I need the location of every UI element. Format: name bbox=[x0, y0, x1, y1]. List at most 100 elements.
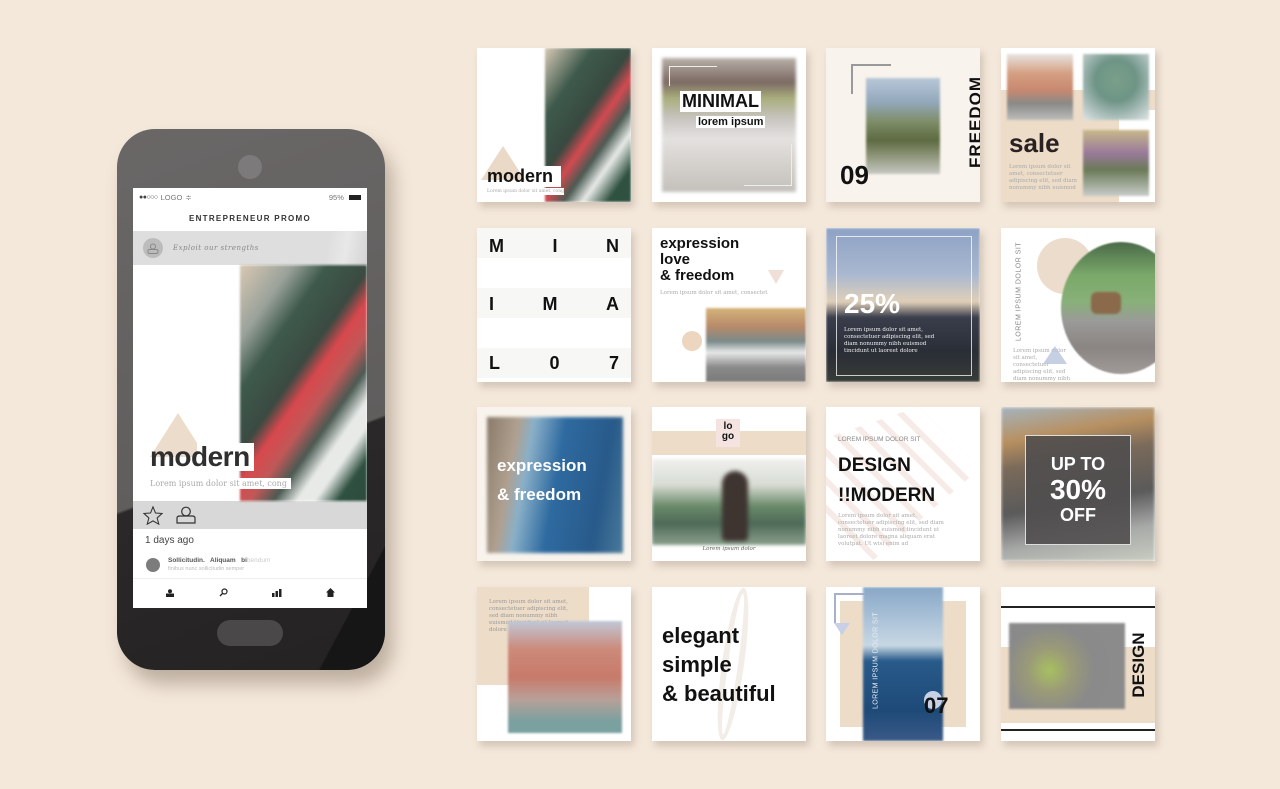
app-title: ENTREPRENEUR PROMO bbox=[188, 214, 312, 223]
template-minimal07[interactable]: M I N I M A L 0 7 bbox=[477, 228, 631, 382]
template-design-modern[interactable]: LOREM IPSUM DOLOR SIT DESIGN !!MODERN Lo… bbox=[826, 407, 980, 561]
triangle-shape bbox=[768, 270, 784, 284]
template-title: DESIGN bbox=[838, 455, 911, 476]
title-line: elegant bbox=[662, 623, 740, 648]
home-icon[interactable] bbox=[321, 588, 339, 599]
circle-shape bbox=[682, 331, 702, 351]
template-title: expression love & freedom bbox=[660, 236, 739, 284]
post-photo bbox=[240, 265, 367, 501]
template-minimal[interactable]: MINIMAL lorem ipsum bbox=[652, 48, 806, 202]
frame-line bbox=[669, 66, 717, 86]
post-image[interactable]: modern Lorem ipsum dolor sit amet, cong bbox=[133, 265, 367, 501]
status-bar: ●●○○○ LOGO ≑ 95% bbox=[133, 188, 367, 206]
vertical-label: LOREM IPSUM DOLOR SIT bbox=[1015, 241, 1023, 342]
template-title: DESIGN bbox=[1129, 632, 1148, 698]
letter: L bbox=[489, 353, 500, 373]
camera-icon bbox=[238, 155, 262, 179]
signature-text: Lorem ipsum dolor bbox=[702, 546, 756, 552]
letter-row: M I N bbox=[489, 236, 619, 257]
template-number: 09 bbox=[840, 160, 869, 190]
stats-icon[interactable] bbox=[268, 588, 286, 599]
post-timestamp: 1 days ago bbox=[145, 535, 194, 546]
template-title: MINIMAL bbox=[680, 91, 761, 112]
template-caption: Lorem ipsum dolor sit amet, cong bbox=[487, 188, 565, 195]
template-lorem-photo[interactable]: Lorem ipsum dolor sit amet, consectetuer… bbox=[477, 587, 631, 741]
commenter-avatar bbox=[146, 558, 160, 572]
goat-figure bbox=[1091, 292, 1121, 314]
triangle-shape bbox=[834, 623, 850, 635]
avatar[interactable] bbox=[143, 238, 163, 258]
star-icon[interactable] bbox=[143, 505, 163, 525]
frame-line bbox=[744, 144, 792, 186]
title-line: UP TO bbox=[1050, 454, 1106, 474]
letter: I bbox=[552, 236, 558, 256]
letter: M bbox=[489, 236, 504, 256]
template-photo bbox=[1083, 130, 1149, 196]
template-title: UP TO 30% OFF bbox=[1025, 453, 1131, 525]
post-caption: Lorem ipsum dolor sit amet, cong bbox=[150, 478, 291, 489]
template-grid: modern Lorem ipsum dolor sit amet, cong … bbox=[477, 48, 1157, 745]
letter: A bbox=[605, 294, 619, 314]
template-elegant[interactable]: elegant simple & beautiful bbox=[652, 587, 806, 741]
template-title: !!MODERN bbox=[838, 485, 936, 506]
title-line: & freedom bbox=[497, 485, 582, 504]
template-30-off[interactable]: UP TO 30% OFF bbox=[1001, 407, 1155, 561]
tab-bar bbox=[133, 578, 367, 608]
person-figure bbox=[722, 471, 748, 541]
template-07[interactable]: LOREM IPSUM DOLOR SIT 07 bbox=[826, 587, 980, 741]
divider-line bbox=[1001, 729, 1155, 731]
post-headline: modern bbox=[150, 443, 254, 471]
letter: I bbox=[489, 294, 495, 314]
template-photo bbox=[1083, 54, 1149, 120]
template-caption: Lorem ipsum dolor sit amet, consectetuer… bbox=[838, 513, 944, 547]
wifi-icon: ≑ bbox=[185, 192, 192, 202]
title-line: simple bbox=[662, 652, 732, 677]
profile-bar[interactable]: Exploit our strengths bbox=[133, 231, 367, 265]
letter: M bbox=[542, 294, 558, 314]
template-subtitle: lorem ipsum bbox=[696, 116, 766, 128]
home-button[interactable] bbox=[217, 620, 283, 646]
template-caption: Lorem ipsum dolor sit amet, consectet bbox=[660, 290, 768, 296]
template-design-vertical[interactable]: DESIGN bbox=[1001, 587, 1155, 741]
template-modern[interactable]: modern Lorem ipsum dolor sit amet, cong bbox=[477, 48, 631, 202]
title-line: expression bbox=[497, 456, 587, 475]
carrier-label: LOGO bbox=[160, 192, 183, 202]
title-line: expression bbox=[660, 235, 740, 252]
comment-word-faded: bendum bbox=[246, 557, 271, 564]
template-subtitle: LOREM IPSUM DOLOR SIT bbox=[838, 436, 921, 443]
signal-icon: ●●○○○ bbox=[139, 193, 158, 201]
template-expression-love[interactable]: expression love & freedom Lorem ipsum do… bbox=[652, 228, 806, 382]
letter-row: L 0 7 bbox=[489, 353, 619, 374]
comment-subtext: finibus nunc sollicitudin semper bbox=[168, 566, 245, 572]
template-freedom[interactable]: 09 FREEDOM bbox=[826, 48, 980, 202]
comment-author[interactable]: Sollicitudin. bbox=[168, 557, 205, 564]
template-expression-freedom[interactable]: expression & freedom bbox=[477, 407, 631, 561]
template-photo bbox=[706, 308, 806, 382]
battery-percent: 95% bbox=[328, 192, 344, 202]
title-line: & freedom bbox=[660, 267, 735, 284]
template-sale[interactable]: sale Lorem ipsum dolor sit amet, consect… bbox=[1001, 48, 1155, 202]
template-goat[interactable]: LOREM IPSUM DOLOR SIT Lorem ipsum dolor … bbox=[1001, 228, 1155, 382]
template-title: modern bbox=[487, 166, 562, 187]
template-photo bbox=[508, 621, 622, 733]
user-icon[interactable] bbox=[175, 506, 197, 524]
profile-tagline: Exploit our strengths bbox=[173, 244, 259, 252]
template-25-percent[interactable]: 25% Lorem ipsum dolor sit amet, consecte… bbox=[826, 228, 980, 382]
template-logo[interactable]: lo go Lorem ipsum dolor bbox=[652, 407, 806, 561]
letter: 7 bbox=[608, 353, 619, 373]
divider-line bbox=[1001, 606, 1155, 608]
vertical-label: LOREM IPSUM DOLOR SIT bbox=[872, 611, 880, 710]
smartphone-mockup: ●●○○○ LOGO ≑ 95% ENTREPRENEUR PROMO Expl… bbox=[117, 129, 385, 670]
comment-item: Sollicitudin. Aliquam bibendum finibus n… bbox=[133, 551, 367, 573]
profile-icon[interactable] bbox=[161, 588, 179, 599]
triangle-shape bbox=[1043, 346, 1067, 364]
template-photo bbox=[1007, 54, 1073, 120]
template-title: sale bbox=[1009, 128, 1060, 158]
title-line: & beautiful bbox=[662, 681, 776, 706]
search-icon[interactable] bbox=[214, 588, 232, 599]
letter: N bbox=[605, 236, 619, 256]
title-line: 30% bbox=[1049, 474, 1107, 505]
template-title: FREEDOM bbox=[966, 76, 980, 168]
comment-word: Aliquam bbox=[210, 557, 236, 564]
letter-row: I M A bbox=[489, 294, 619, 315]
